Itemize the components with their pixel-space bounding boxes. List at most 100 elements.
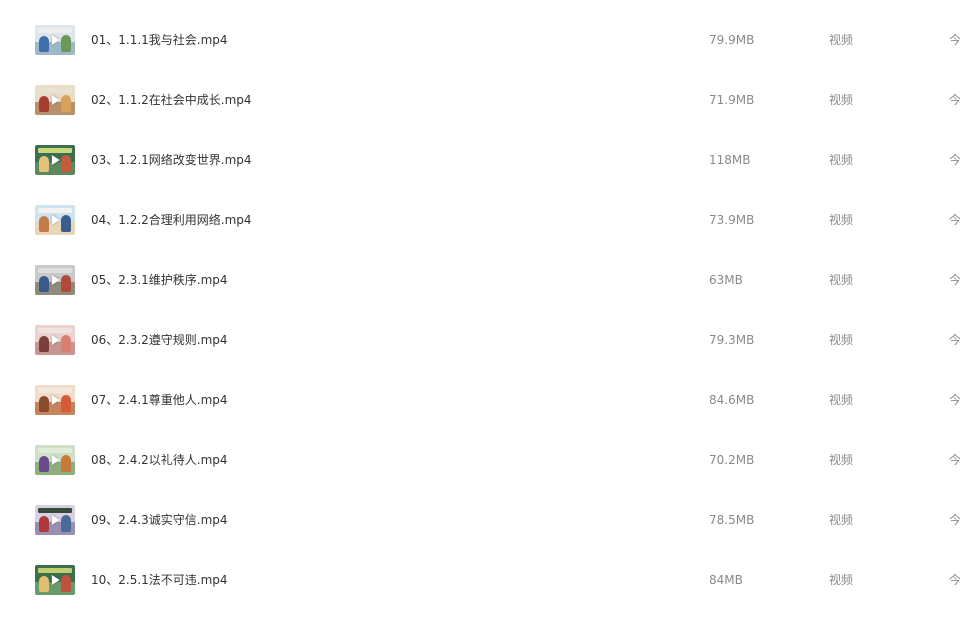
thumbnail-fig2 <box>61 35 71 52</box>
play-icon <box>51 455 60 465</box>
file-date: 今 <box>949 33 960 47</box>
file-type: 视频 <box>829 153 854 167</box>
video-thumbnail[interactable] <box>35 85 75 115</box>
file-name[interactable]: 08、2.4.2以礼待人.mp4 <box>91 452 228 468</box>
thumbnail-banner <box>38 148 72 153</box>
video-thumbnail[interactable] <box>35 325 75 355</box>
thumbnail-fig2 <box>61 335 71 352</box>
file-type: 视频 <box>829 93 854 107</box>
file-row[interactable]: 09、2.4.3诚实守信.mp4 78.5MB 视频 今 <box>0 505 960 580</box>
file-type: 视频 <box>829 573 854 587</box>
file-date: 今 <box>949 393 960 407</box>
file-size: 79.9MB <box>709 33 755 47</box>
file-row[interactable]: 04、1.2.2合理利用网络.mp4 73.9MB 视频 今 <box>0 205 960 280</box>
file-row[interactable]: 02、1.1.2在社会中成长.mp4 71.9MB 视频 今 <box>0 85 960 160</box>
file-name[interactable]: 03、1.2.1网络改变世界.mp4 <box>91 152 252 168</box>
file-date: 今 <box>949 333 960 347</box>
file-row[interactable]: 06、2.3.2遵守规则.mp4 79.3MB 视频 今 <box>0 325 960 400</box>
file-type: 视频 <box>829 513 854 527</box>
file-name[interactable]: 01、1.1.1我与社会.mp4 <box>91 32 228 48</box>
thumbnail-fig1 <box>39 396 49 412</box>
file-type: 视频 <box>829 33 854 47</box>
file-type: 视频 <box>829 213 854 227</box>
file-name[interactable]: 02、1.1.2在社会中成长.mp4 <box>91 92 252 108</box>
file-size: 84.6MB <box>709 393 755 407</box>
thumbnail-banner <box>38 28 72 33</box>
video-thumbnail[interactable] <box>35 205 75 235</box>
play-icon <box>51 275 60 285</box>
thumbnail-banner <box>38 328 72 333</box>
video-thumbnail[interactable] <box>35 445 75 475</box>
file-date: 今 <box>949 153 960 167</box>
thumbnail-banner <box>38 88 72 93</box>
thumbnail-fig1 <box>39 36 49 52</box>
file-date: 今 <box>949 573 960 587</box>
video-thumbnail[interactable] <box>35 505 75 535</box>
thumbnail-fig1 <box>39 216 49 232</box>
file-row[interactable]: 01、1.1.1我与社会.mp4 79.9MB 视频 今 <box>0 25 960 100</box>
thumbnail-banner <box>38 208 72 213</box>
thumbnail-fig2 <box>61 515 71 532</box>
file-date: 今 <box>949 93 960 107</box>
thumbnail-fig1 <box>39 456 49 472</box>
file-size: 63MB <box>709 273 743 287</box>
thumbnail-banner <box>38 388 72 393</box>
thumbnail-fig1 <box>39 516 49 532</box>
file-row[interactable]: 10、2.5.1法不可违.mp4 84MB 视频 今 <box>0 565 960 640</box>
play-icon <box>51 335 60 345</box>
thumbnail-banner <box>38 448 72 453</box>
thumbnail-banner <box>38 268 72 273</box>
play-icon <box>51 395 60 405</box>
file-name[interactable]: 05、2.3.1维护秩序.mp4 <box>91 272 228 288</box>
file-size: 78.5MB <box>709 513 755 527</box>
thumbnail-banner <box>38 568 72 573</box>
file-size: 79.3MB <box>709 333 755 347</box>
file-date: 今 <box>949 513 960 527</box>
file-row[interactable]: 07、2.4.1尊重他人.mp4 84.6MB 视频 今 <box>0 385 960 460</box>
file-row[interactable]: 08、2.4.2以礼待人.mp4 70.2MB 视频 今 <box>0 445 960 520</box>
file-type: 视频 <box>829 393 854 407</box>
file-date: 今 <box>949 453 960 467</box>
file-name[interactable]: 04、1.2.2合理利用网络.mp4 <box>91 212 252 228</box>
file-row[interactable]: 05、2.3.1维护秩序.mp4 63MB 视频 今 <box>0 265 960 340</box>
file-name[interactable]: 07、2.4.1尊重他人.mp4 <box>91 392 228 408</box>
file-type: 视频 <box>829 333 854 347</box>
thumbnail-fig1 <box>39 336 49 352</box>
video-thumbnail[interactable] <box>35 145 75 175</box>
thumbnail-fig1 <box>39 276 49 292</box>
file-name[interactable]: 06、2.3.2遵守规则.mp4 <box>91 332 228 348</box>
video-thumbnail[interactable] <box>35 265 75 295</box>
video-thumbnail[interactable] <box>35 385 75 415</box>
thumbnail-fig2 <box>61 275 71 292</box>
play-icon <box>51 95 60 105</box>
video-thumbnail[interactable] <box>35 565 75 595</box>
play-icon <box>51 575 60 585</box>
thumbnail-fig2 <box>61 215 71 232</box>
thumbnail-fig1 <box>39 576 49 592</box>
play-icon <box>51 215 60 225</box>
file-type: 视频 <box>829 453 854 467</box>
file-size: 84MB <box>709 573 743 587</box>
thumbnail-fig2 <box>61 155 71 172</box>
thumbnail-fig2 <box>61 455 71 472</box>
file-name[interactable]: 10、2.5.1法不可违.mp4 <box>91 572 228 588</box>
file-size: 71.9MB <box>709 93 755 107</box>
file-name[interactable]: 09、2.4.3诚实守信.mp4 <box>91 512 228 528</box>
thumbnail-banner <box>38 508 72 513</box>
thumbnail-fig1 <box>39 156 49 172</box>
file-size: 73.9MB <box>709 213 755 227</box>
file-date: 今 <box>949 213 960 227</box>
file-type: 视频 <box>829 273 854 287</box>
thumbnail-fig2 <box>61 575 71 592</box>
thumbnail-fig2 <box>61 95 71 112</box>
play-icon <box>51 35 60 45</box>
play-icon <box>51 155 60 165</box>
thumbnail-fig2 <box>61 395 71 412</box>
file-size: 70.2MB <box>709 453 755 467</box>
play-icon <box>51 515 60 525</box>
file-row[interactable]: 03、1.2.1网络改变世界.mp4 118MB 视频 今 <box>0 145 960 220</box>
file-size: 118MB <box>709 153 751 167</box>
video-thumbnail[interactable] <box>35 25 75 55</box>
thumbnail-fig1 <box>39 96 49 112</box>
file-date: 今 <box>949 273 960 287</box>
